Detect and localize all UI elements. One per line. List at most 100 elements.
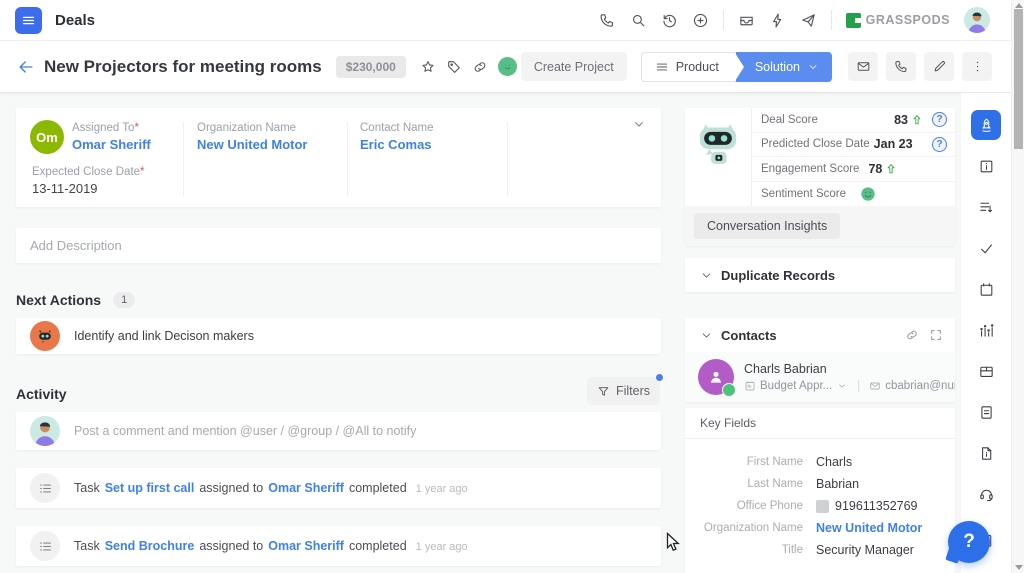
field-value: Babrian [816,477,859,491]
inbox-button[interactable] [738,12,755,29]
link-icon [472,59,488,75]
deal-score-row: Deal Score 83 ? [752,108,955,133]
comment-input[interactable] [74,424,661,438]
more-options-button[interactable] [962,52,992,81]
task-title-link[interactable]: Send Brochure [105,539,195,553]
link-contact-button[interactable] [905,328,919,342]
send-button[interactable] [800,12,817,29]
trend-up-icon [910,113,924,127]
create-project-button[interactable]: Create Project [521,52,627,81]
history-icon [661,12,678,29]
rail-info-button[interactable] [971,151,1001,181]
rail-support-button[interactable] [971,479,1001,509]
contact-sentiment-badge [722,383,736,397]
deal-title: New Projectors for meeting rooms [44,57,322,77]
engagement-score-row: Engagement Score 78 [752,157,955,182]
task-assignee-link[interactable]: Omar Sheriff [268,539,344,553]
sales-list-icon [978,199,995,216]
add-button[interactable] [692,12,709,29]
mouse-cursor [666,532,681,553]
menu-button[interactable] [15,7,42,34]
contacts-header[interactable]: Contacts [685,318,955,352]
stage-product[interactable]: Product [641,52,736,82]
contact-row[interactable]: Charls Babrian Budget Appr... | cbabrian… [685,352,955,402]
edit-button[interactable] [924,52,954,81]
contact-email[interactable]: cbabrian@numi-mi [885,380,955,392]
stage-solution[interactable]: Solution [736,52,832,82]
task-title-link[interactable]: Set up first call [105,481,195,495]
chevron-down-icon [807,61,819,73]
expand-icon [929,328,943,342]
rail-deal-insights-button[interactable] [971,110,1001,140]
brand-logo: GRASSPODS [846,13,950,28]
star-icon [420,59,436,75]
activity-connector: assigned to [199,481,263,495]
organization-value[interactable]: New United Motor [197,137,308,152]
tag-button[interactable] [446,59,462,75]
deal-quick-icons [420,59,488,75]
duplicate-records-section[interactable]: Duplicate Records [685,258,955,292]
help-chat-glyph: ? [963,531,975,553]
favorite-button[interactable] [420,59,436,75]
contact-stage[interactable]: Budget Appr... [760,380,832,392]
description-input[interactable] [16,238,661,253]
deal-amount-badge: $230,000 [336,56,406,78]
rail-sales-orders-button[interactable] [971,192,1001,222]
activity-type: Task [74,539,100,553]
next-actions-heading: Next Actions 1 [16,292,135,308]
call-button[interactable] [599,12,616,29]
brand-mark-icon [846,13,861,28]
email-button[interactable] [848,52,878,81]
deal-score-value: 83 [894,113,908,127]
vertical-scrollbar[interactable] [1011,0,1024,573]
help-chat-bubble[interactable]: ? [948,521,990,563]
rail-quotes-button[interactable] [971,438,1001,468]
search-button[interactable] [630,12,647,29]
activity-status: completed [349,539,407,553]
rail-tasks-button[interactable] [971,233,1001,263]
help-icon[interactable]: ? [932,112,947,127]
envelope-icon [869,380,881,392]
analytics-icon [978,322,995,339]
filter-icon [597,385,610,398]
field-value-link[interactable]: New United Motor [816,521,922,535]
activity-timestamp: 1 year ago [416,541,468,553]
divider: | [857,380,860,392]
rail-analytics-button[interactable] [971,315,1001,345]
brand-name: GRASSPODS [866,13,950,27]
info-icon [978,158,995,175]
contacts-title: Contacts [721,328,777,343]
ai-insights-card: Deal Score 83 ? Predicted Close Date Jan… [685,108,955,246]
add-icon [692,12,709,29]
expected-close-value: 13-11-2019 [32,181,145,196]
topbar-actions: GRASSPODS [599,7,1024,33]
bolt-button[interactable] [769,12,786,29]
scrollbar-down-arrow[interactable] [1015,565,1023,570]
rail-notes-button[interactable] [971,397,1001,427]
contact-label: Contact Name [360,122,434,134]
task-assignee-link[interactable]: Omar Sheriff [268,481,344,495]
help-icon[interactable]: ? [932,137,947,152]
assigned-to-value[interactable]: Omar Sheriff [72,137,151,152]
rail-calendar-button[interactable] [971,274,1001,304]
collapse-fields-button[interactable] [631,116,647,132]
scrollbar-up-arrow[interactable] [1015,3,1023,8]
deal-toolbar: New Projectors for meeting rooms $230,00… [0,41,1024,93]
conversation-insights-button[interactable]: Conversation Insights [694,213,840,239]
expand-contacts-button[interactable] [929,328,943,342]
filters-button[interactable]: Filters [587,377,660,405]
phone-button[interactable] [886,52,916,81]
scrollbar-thumb[interactable] [1014,9,1023,149]
user-avatar[interactable] [964,7,990,33]
filters-notification-dot [656,374,663,381]
activity-connector: assigned to [199,539,263,553]
next-action-item[interactable]: Identify and link Decison makers [16,318,661,354]
predicted-close-label: Predicted Close Date [761,138,870,150]
link-button[interactable] [472,59,488,75]
pencil-icon [932,59,947,74]
back-button[interactable] [16,57,36,77]
contact-value[interactable]: Eric Comas [360,137,432,152]
rail-products-button[interactable] [971,356,1001,386]
duplicate-records-title: Duplicate Records [721,268,835,283]
history-button[interactable] [661,12,678,29]
